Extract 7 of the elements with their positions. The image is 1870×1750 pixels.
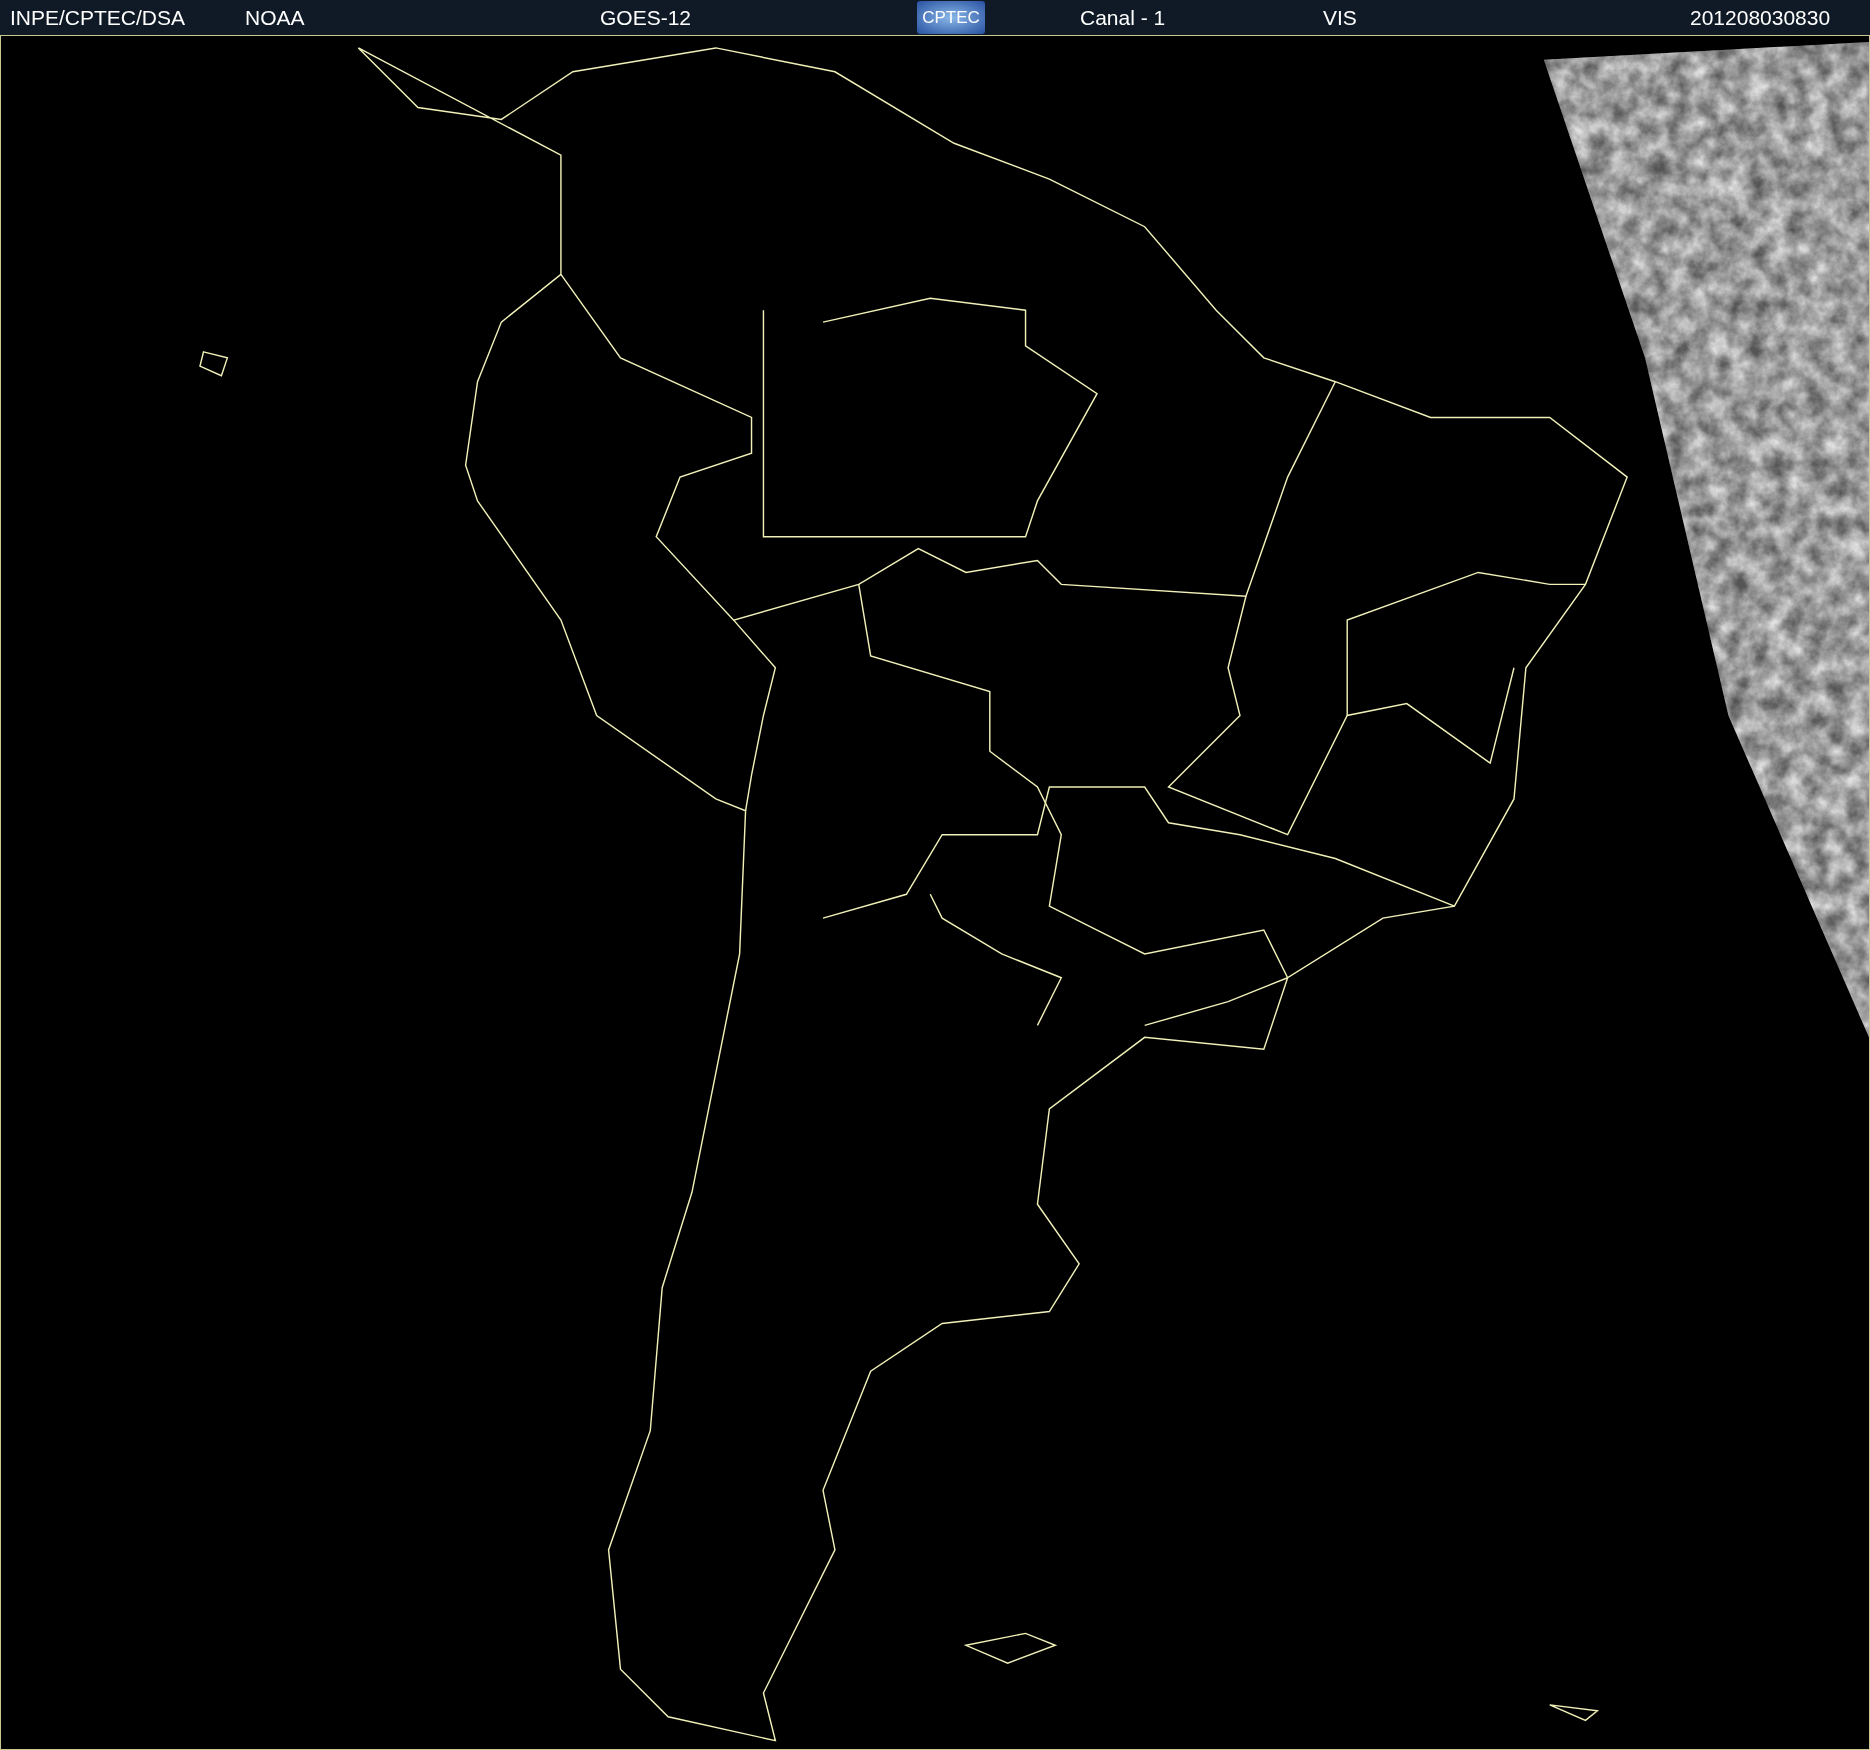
satellite-label: GOES-12 [600,5,692,30]
source-label: INPE/CPTEC/DSA [10,5,186,30]
timestamp-label: 201208030830 [1690,5,1831,30]
logo: CPTEC [917,1,985,34]
agency-label: NOAA [245,5,305,30]
band-label: VIS [1323,5,1357,30]
channel-label: Canal - 1 [1080,5,1166,30]
